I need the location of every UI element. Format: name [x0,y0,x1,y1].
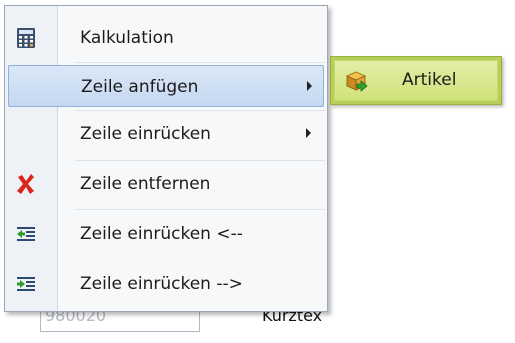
menu-separator [75,209,325,210]
red-x-delete-icon [14,172,38,196]
screen: 980020 Kurztex Kalkulation Zeile anfügen… [0,0,515,343]
context-menu: Kalkulation Zeile anfügen Zeile einrücke… [4,5,328,312]
submenu: Artikel [330,56,502,105]
menu-item-label: Zeile einrücken --> [80,274,243,294]
menu-item-label: Zeile entfernen [80,174,211,194]
menu-item-label: Zeile anfügen [81,77,199,97]
submenu-arrow-icon [307,81,312,91]
outdent-icon [14,222,38,246]
submenu-arrow-icon [306,128,311,138]
article-box-icon [344,69,368,93]
menu-separator [75,160,325,161]
menu-item-zeile-ausruecken[interactable]: Zeile einrücken <-- [8,213,324,255]
menu-item-zeile-anfuegen[interactable]: Zeile anfügen [8,65,324,107]
calculator-icon [14,26,38,50]
menu-separator [75,110,325,111]
menu-item-label: Zeile einrücken [80,124,211,144]
menu-item-kalkulation[interactable]: Kalkulation [8,17,324,59]
menu-separator [75,62,325,63]
menu-item-label: Kalkulation [80,28,174,48]
menu-item-zeile-einruecken[interactable]: Zeile einrücken [8,113,324,155]
submenu-item-label: Artikel [402,70,457,90]
menu-item-zeile-einruecken-rechts[interactable]: Zeile einrücken --> [8,263,324,305]
submenu-item-artikel[interactable]: Artikel [334,60,498,101]
menu-item-zeile-entfernen[interactable]: Zeile entfernen [8,163,324,205]
menu-item-label: Zeile einrücken <-- [80,224,243,244]
indent-icon [14,272,38,296]
